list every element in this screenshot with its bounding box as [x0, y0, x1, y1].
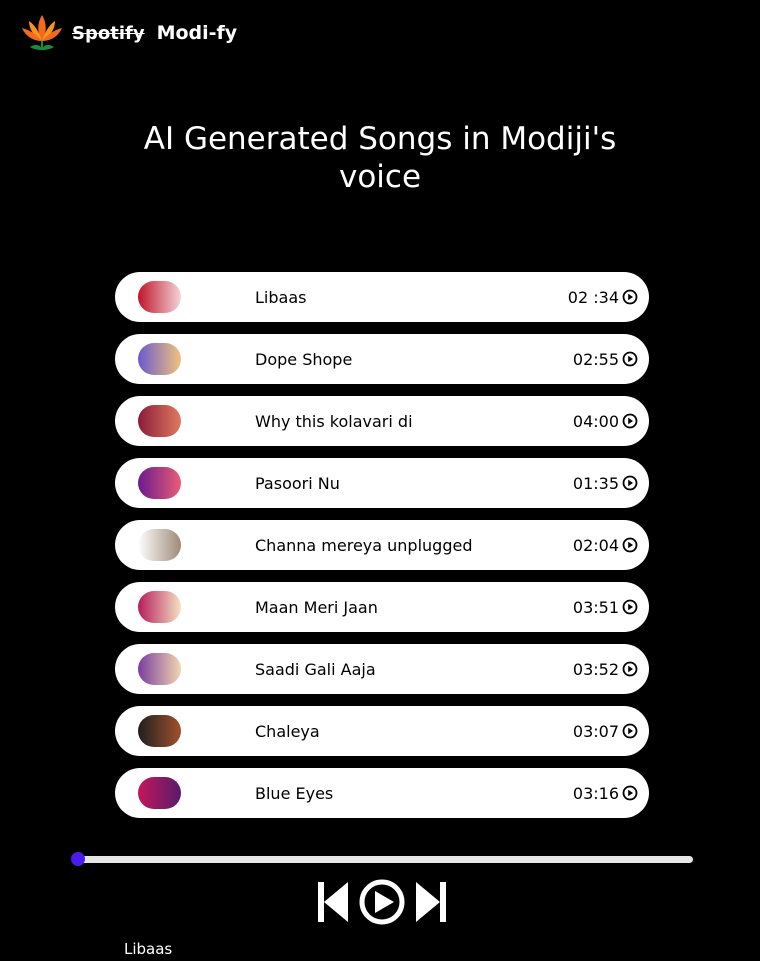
song-title: Chaleya	[255, 721, 320, 741]
brand-name[interactable]: Modi-fy	[157, 22, 238, 44]
song-title: Channa mereya unplugged	[255, 535, 473, 555]
song-duration: 01:35	[572, 473, 619, 493]
song-duration: 04:00	[572, 411, 619, 431]
song-duration: 03:07	[572, 721, 619, 741]
song-title: Pasoori Nu	[255, 473, 340, 493]
song-thumbnail	[138, 529, 181, 561]
progress-bar[interactable]	[76, 856, 693, 863]
play-circle-icon[interactable]	[622, 475, 638, 491]
page-title-line-2: voice	[338, 159, 422, 195]
song-title: Saadi Gali Aaja	[255, 659, 376, 679]
song-thumbnail	[138, 777, 181, 809]
song-row[interactable]: Maan Meri Jaan 03:51	[115, 582, 649, 632]
song-thumbnail	[138, 281, 181, 313]
player-controls	[318, 879, 446, 925]
brand-old-name: Spotify	[72, 22, 145, 44]
song-thumbnail	[138, 343, 181, 375]
song-duration: 03:51	[572, 597, 619, 617]
song-duration: 02:04	[572, 535, 619, 555]
song-list: Libaas 02 :34 Dope Shope 02:55 Why this kola…	[115, 272, 649, 830]
song-row[interactable]: Pasoori Nu 01:35	[115, 458, 649, 508]
song-duration: 03:16	[572, 783, 619, 803]
song-row[interactable]: Chaleya 03:07	[115, 706, 649, 756]
song-row[interactable]: Channa mereya unplugged 02:04	[115, 520, 649, 570]
song-thumbnail	[138, 467, 181, 499]
play-circle-icon[interactable]	[622, 351, 638, 367]
song-thumbnail	[138, 405, 181, 437]
progress-knob[interactable]	[71, 852, 85, 866]
play-icon[interactable]	[359, 879, 405, 925]
song-thumbnail	[138, 591, 181, 623]
navbar: Spotify Modi-fy	[20, 10, 237, 56]
song-duration: 03:52	[572, 659, 619, 679]
song-row[interactable]: Blue Eyes 03:16	[115, 768, 649, 818]
song-title: Dope Shope	[255, 349, 353, 369]
song-row[interactable]: Dope Shope 02:55	[115, 334, 649, 384]
song-title: Maan Meri Jaan	[255, 597, 378, 617]
previous-icon[interactable]	[318, 882, 348, 922]
page-title: AI Generated Songs in Modiji's voice	[0, 120, 760, 196]
song-title: Blue Eyes	[255, 783, 334, 803]
play-circle-icon[interactable]	[622, 723, 638, 739]
play-circle-icon[interactable]	[622, 537, 638, 553]
song-duration: 02:55	[572, 349, 619, 369]
song-thumbnail	[138, 715, 181, 747]
play-circle-icon[interactable]	[622, 289, 638, 305]
play-circle-icon[interactable]	[622, 661, 638, 677]
next-icon[interactable]	[416, 882, 446, 922]
now-playing-title: Libaas	[124, 940, 173, 958]
lotus-logo-icon[interactable]	[20, 11, 64, 55]
song-row[interactable]: Saadi Gali Aaja 03:52	[115, 644, 649, 694]
song-thumbnail	[138, 653, 181, 685]
play-circle-icon[interactable]	[622, 785, 638, 801]
play-circle-icon[interactable]	[622, 413, 638, 429]
song-title: Libaas	[255, 287, 307, 307]
song-row[interactable]: Why this kolavari di 04:00	[115, 396, 649, 446]
play-circle-icon[interactable]	[622, 599, 638, 615]
page-title-line-1: AI Generated Songs in Modiji's	[143, 121, 617, 157]
song-duration: 02 :34	[567, 287, 619, 307]
song-title: Why this kolavari di	[255, 411, 413, 431]
song-row[interactable]: Libaas 02 :34	[115, 272, 649, 322]
